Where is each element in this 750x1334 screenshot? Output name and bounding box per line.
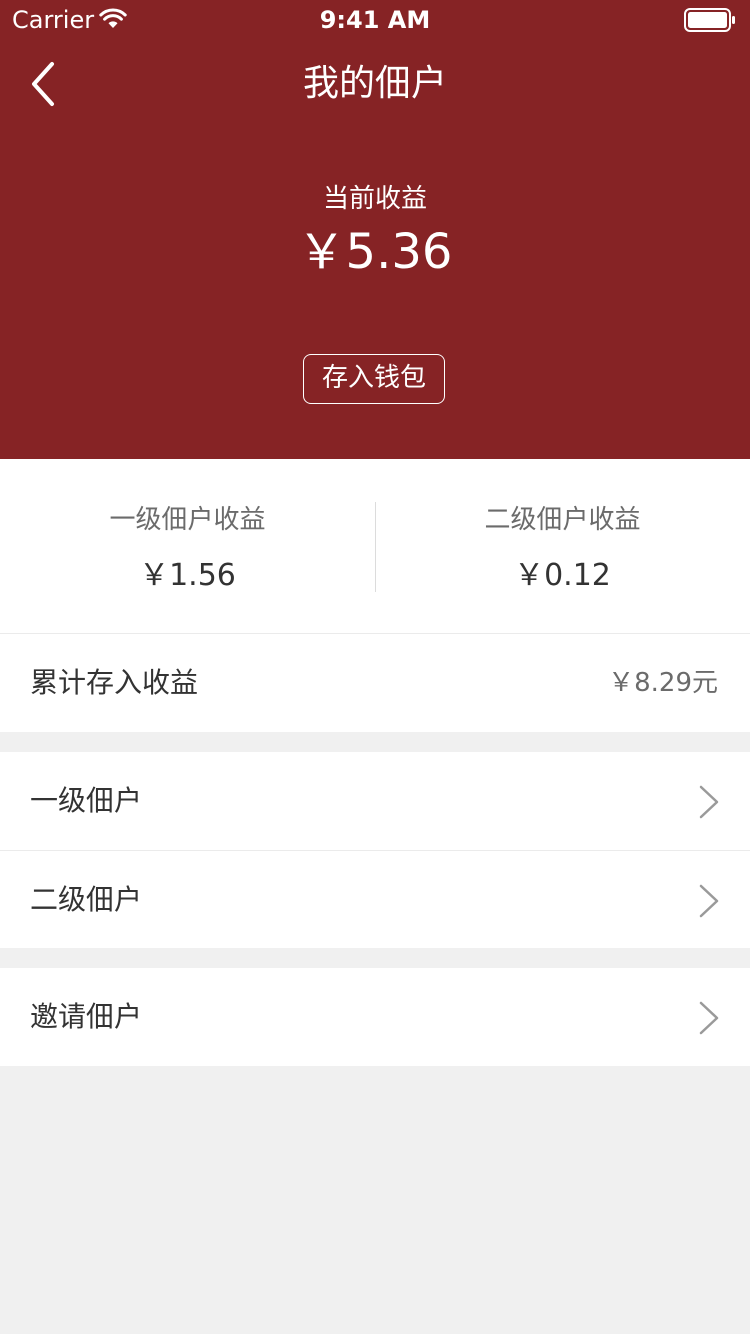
status-bar: Carrier 9:41 AM <box>0 0 750 40</box>
screen: Carrier 9:41 AM 我的佃户 当前收益 ￥5.36 存入钱包 一级佃… <box>0 0 750 1334</box>
header: Carrier 9:41 AM 我的佃户 当前收益 ￥5.36 存入钱包 <box>0 0 750 459</box>
list-item-level1-tenants[interactable]: 一级佃户 <box>0 752 750 850</box>
cumulative-earnings-row: 累计存入收益 ￥8.29元 <box>0 633 750 732</box>
level1-earnings-label: 一级佃户收益 <box>109 505 266 535</box>
list-item-label: 一级佃户 <box>30 784 143 817</box>
list-item-label: 邀请佃户 <box>30 1000 143 1033</box>
cumulative-earnings-value: ￥8.29元 <box>608 668 718 698</box>
earnings-summary: 一级佃户收益 ￥1.56 二级佃户收益 ￥0.12 <box>0 459 750 633</box>
chevron-right-icon <box>699 1001 719 1035</box>
level1-earnings: 一级佃户收益 ￥1.56 <box>0 459 375 633</box>
list-item-invite-tenants[interactable]: 邀请佃户 <box>0 968 750 1066</box>
current-earnings-amount: ￥5.36 <box>297 224 453 280</box>
battery-icon <box>684 8 735 32</box>
page-title: 我的佃户 <box>302 63 447 104</box>
current-earnings-label: 当前收益 <box>322 184 427 214</box>
chevron-right-icon <box>699 785 719 819</box>
invite-group: 邀请佃户 <box>0 968 750 1066</box>
tenant-levels-group: 一级佃户 二级佃户 <box>0 752 750 948</box>
deposit-to-wallet-button[interactable]: 存入钱包 <box>303 354 445 404</box>
list-item-label: 二级佃户 <box>30 883 143 916</box>
chevron-right-icon <box>699 884 719 918</box>
list-item-level2-tenants[interactable]: 二级佃户 <box>0 850 750 948</box>
cumulative-earnings-label: 累计存入收益 <box>30 666 199 699</box>
level2-earnings-value: ￥0.12 <box>514 558 611 593</box>
level1-earnings-value: ￥1.56 <box>139 558 236 593</box>
status-time: 9:41 AM <box>319 6 431 34</box>
level2-earnings-label: 二级佃户收益 <box>484 505 641 535</box>
level2-earnings: 二级佃户收益 ￥0.12 <box>375 459 750 633</box>
